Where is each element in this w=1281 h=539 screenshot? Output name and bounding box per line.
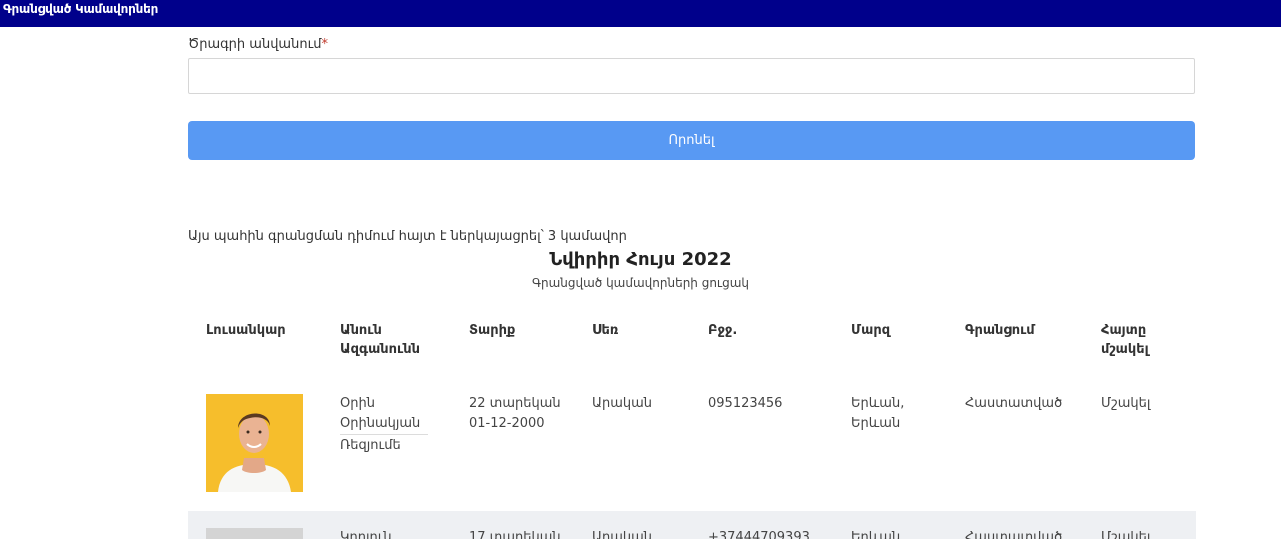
header-gender: Սեռ	[592, 323, 619, 338]
age-cell: 22 տարեկան 01-12-2000	[469, 396, 561, 431]
header-registration: Գրանցում	[965, 323, 1035, 338]
registration-cell: Հաստատված	[965, 396, 1063, 411]
page-title: Գրանցված Կամավորներ	[3, 2, 159, 16]
registration-cell: Հաստատված	[965, 530, 1063, 539]
volunteer-photo	[206, 528, 303, 539]
region-cell: Երևան, Երևան	[851, 396, 905, 431]
process-link[interactable]: Մշակել	[1101, 394, 1150, 414]
first-name: Կորյուն	[340, 530, 392, 539]
first-name: Օրին	[340, 396, 375, 411]
program-name-input[interactable]	[188, 58, 1195, 94]
phone-cell: +37444709393	[708, 530, 810, 539]
phone-cell: 095123456	[708, 396, 783, 411]
process-link[interactable]: Մշակել	[1101, 528, 1150, 539]
header-age: Տարիք	[469, 323, 516, 338]
header-action: Հայտը մշակել	[1101, 323, 1149, 357]
region-cell: Երևան	[851, 530, 901, 539]
gender-cell: Արական	[592, 396, 653, 411]
header-name: Անուն Ազգանունն	[340, 323, 420, 357]
header-photo: Լուսանկար	[206, 323, 286, 338]
resume-link[interactable]: Ռեզյումե	[340, 436, 428, 456]
results-count-note: Այս պահին գրանցման դիմում հայտ է ներկայա…	[188, 229, 627, 244]
person-avatar-icon	[206, 394, 303, 492]
person-avatar-icon	[206, 528, 303, 539]
age-cell: 17 տարեկան	[469, 530, 561, 539]
list-subtitle: Գրանցված կամավորների ցուցակ	[531, 276, 750, 290]
list-title: Նվիրիր Հույս 2022	[549, 249, 732, 270]
header-phone: Բջջ.	[708, 323, 738, 338]
header-region: Մարզ	[851, 323, 891, 338]
volunteer-photo	[206, 394, 303, 492]
name-cell: Օրին Օրինակյան Ռեզյումե	[340, 394, 429, 456]
gender-cell: Արական	[592, 530, 653, 539]
search-button[interactable]: Որոնել	[188, 121, 1195, 160]
required-mark: *	[321, 37, 328, 52]
last-name: Օրինակյան	[340, 414, 429, 435]
top-bar: Գրանցված Կամավորներ	[0, 0, 1281, 27]
program-name-label: Ծրագրի անվանում*	[188, 37, 328, 52]
